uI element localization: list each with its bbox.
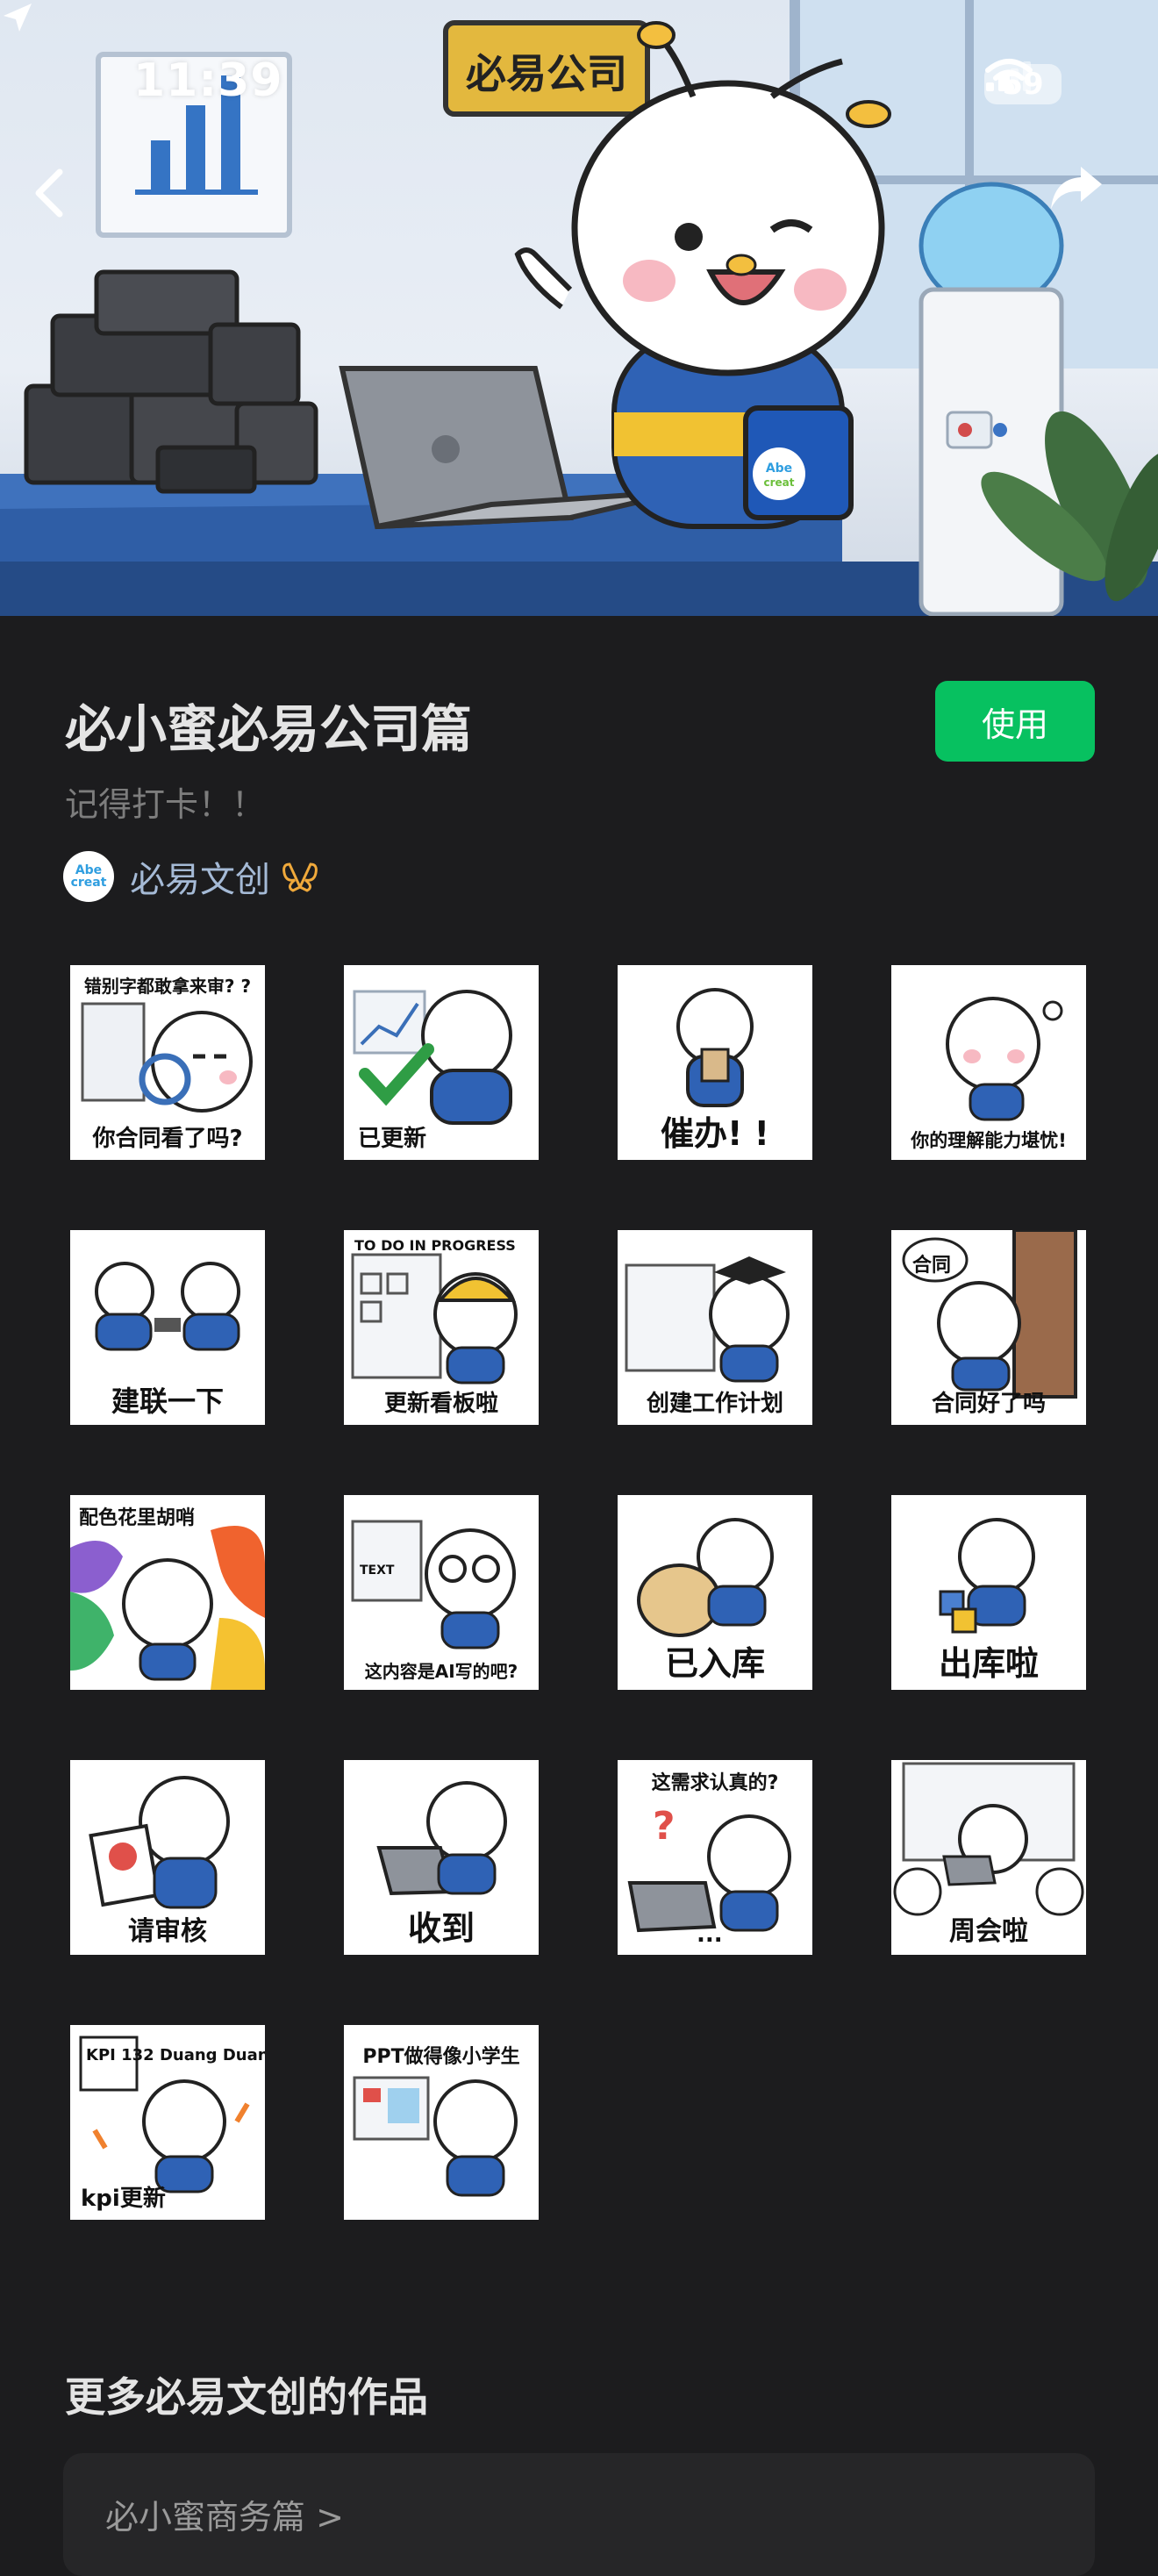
butterfly-badge-icon [282,862,318,892]
sticker-caption: ... [697,1921,723,1948]
page-subtitle: 记得打卡！！ [65,785,266,824]
share-button[interactable] [1047,163,1126,233]
sticker-caption: 周会啦 [949,1916,1028,1947]
sticker-caption: 建联一下 [111,1385,224,1418]
author-name: 必易文创 [130,860,270,900]
avatar: Abe creat [63,851,114,902]
sticker-caption: 请审核 [128,1916,207,1947]
more-works-card-title: 必小蜜商务篇 > [105,2498,344,2537]
sticker-item[interactable]: ? 这需求认真的? ... [618,1760,812,1955]
back-button[interactable] [32,167,102,237]
more-works-card[interactable]: 必小蜜商务篇 > [63,2453,1095,2576]
sticker-top-text: TEXT [360,1563,395,1578]
sticker-top-text: 错别字都敢拿来审? ? [83,976,252,997]
sticker-item[interactable]: TEXT 这内容是AI写的吧? [344,1495,539,1690]
sticker-caption: 已更新 [358,1126,427,1152]
sticker-caption: 已入库 [664,1644,765,1683]
more-works-heading: 更多必易文创的作品 [65,2373,428,2421]
status-time: 11:39 [133,54,283,107]
sticker-caption: 催办! ! [661,1114,769,1153]
sticker-top-text: 配色花里胡哨 [79,1507,196,1529]
sticker-item[interactable]: KPI 132 Duang Duang kpi更新 [70,2025,265,2220]
sticker-top-text: 合同 [912,1255,952,1277]
sticker-item[interactable]: 已入库 [618,1495,812,1690]
svg-text:creat: creat [763,476,794,489]
author-link[interactable]: Abe creat 必易文创 [63,849,319,904]
sticker-top-text: TO DO IN PROGRESS [354,1237,516,1254]
use-button[interactable]: 使用 [935,681,1095,762]
sticker-item[interactable]: 出库啦 [891,1495,1086,1690]
svg-text:?: ? [653,1804,676,1849]
sticker-caption: 这内容是AI写的吧? [364,1661,518,1682]
status-icons: 59 [984,58,1062,111]
sticker-item[interactable]: 催办! ! [618,965,812,1160]
sticker-caption: 收到 [407,1909,475,1948]
sticker-item[interactable]: 建联一下 [70,1230,265,1425]
hero-banner: 必易公司 Abe creat 11:39 59 [0,0,1158,616]
sticker-item[interactable]: 错别字都敢拿来审? ? 你合同看了吗? [70,965,265,1160]
sticker-item[interactable]: 已更新 [344,965,539,1160]
page-title: 必小蜜必易公司篇 [65,699,473,759]
status-bar: 11:39 59 [0,0,1158,167]
sticker-item[interactable]: 合同 合同好了吗 [891,1230,1086,1425]
location-arrow-icon [4,4,32,32]
sticker-caption: 你合同看了吗? [92,1126,243,1152]
wifi-icon [985,59,1033,93]
sticker-caption: 出库啦 [938,1644,1039,1683]
sticker-caption: kpi更新 [81,2186,166,2212]
sticker-item[interactable]: 周会啦 [891,1760,1086,1955]
sticker-item[interactable]: 请审核 [70,1760,265,1955]
share-arrow-icon [1051,167,1102,209]
sticker-top-text: KPI 132 Duang Duang [86,2046,265,2064]
sticker-item[interactable]: 配色花里胡哨 [70,1495,265,1690]
sticker-top-text: PPT做得像小学生 [362,2046,520,2068]
sticker-item[interactable]: PPT做得像小学生 [344,2025,539,2220]
sticker-top-text: 这需求认真的? [651,1772,779,1794]
sticker-caption: 合同好了吗 [931,1391,1046,1417]
chevron-left-icon [35,168,63,218]
sticker-item[interactable]: TO DO IN PROGRESS 更新看板啦 [344,1230,539,1425]
sticker-item[interactable]: 创建工作计划 [618,1230,812,1425]
sticker-caption: 更新看板啦 [383,1391,498,1417]
svg-text:Abe: Abe [766,462,792,476]
sticker-caption: 创建工作计划 [646,1391,783,1417]
sticker-caption: 你的理解能力堪忧! [911,1130,1067,1151]
sticker-item[interactable]: 收到 [344,1760,539,1955]
sticker-item[interactable]: 你的理解能力堪忧! [891,965,1086,1160]
